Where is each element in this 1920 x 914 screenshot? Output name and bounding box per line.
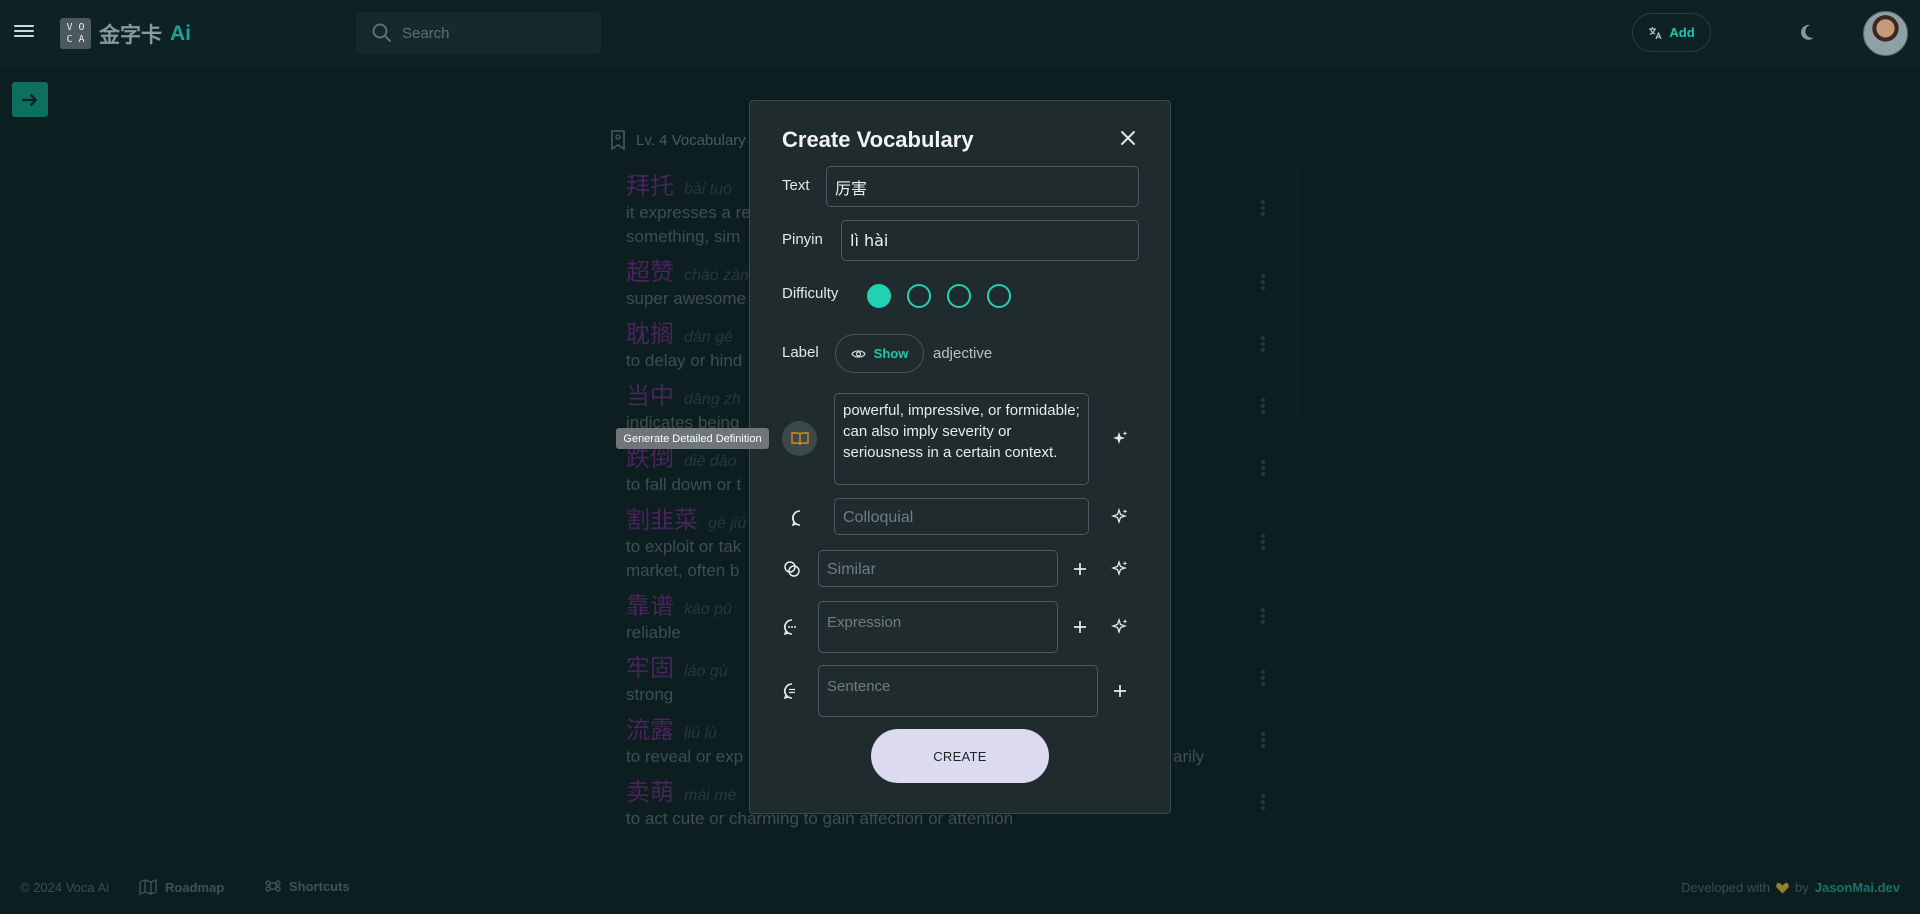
logo-chinese-text: 金字卡: [99, 22, 162, 47]
add-button[interactable]: Add: [1632, 13, 1711, 52]
translate-icon: [1649, 26, 1662, 39]
add-button-label: Add: [1669, 25, 1695, 40]
hamburger-menu-icon[interactable]: [14, 22, 34, 42]
app-logo[interactable]: VO CA 金字卡 Ai: [60, 18, 191, 49]
search-input[interactable]: [402, 24, 572, 42]
search-bar[interactable]: [356, 12, 601, 54]
difficulty-level-3[interactable]: [947, 284, 971, 308]
logo-ai-text: Ai: [170, 21, 191, 45]
theme-toggle-moon-icon[interactable]: [1798, 23, 1816, 46]
close-icon[interactable]: [1117, 127, 1139, 149]
pinyin-label: Pinyin: [782, 231, 823, 248]
similar-sparkle-icon[interactable]: [1109, 558, 1131, 580]
modal-title: Create Vocabulary: [782, 127, 974, 152]
text-label: Text: [782, 177, 810, 194]
pinyin-input[interactable]: [841, 220, 1139, 261]
show-label-text: Show: [873, 346, 909, 361]
message-dots-icon: [781, 616, 803, 638]
create-button[interactable]: CREATE: [871, 729, 1049, 783]
sentence-add-icon[interactable]: [1109, 680, 1131, 702]
similar-add-icon[interactable]: [1069, 558, 1091, 580]
difficulty-level-4[interactable]: [987, 284, 1011, 308]
sparkle-icon[interactable]: [1109, 428, 1131, 450]
message-lines-icon: [781, 680, 803, 702]
difficulty-level-1[interactable]: [867, 284, 891, 308]
search-icon: [372, 23, 391, 42]
top-bar: VO CA 金字卡 Ai Add: [0, 0, 1920, 68]
colloquial-input[interactable]: [834, 498, 1089, 535]
colloquial-icon: [789, 507, 811, 529]
create-vocabulary-modal: Create Vocabulary Text Pinyin Difficulty…: [749, 100, 1171, 814]
generate-definition-tooltip: Generate Detailed Definition: [616, 428, 769, 449]
difficulty-label: Difficulty: [782, 285, 839, 302]
similar-input[interactable]: [818, 550, 1058, 587]
link-icon: [781, 558, 803, 580]
text-input[interactable]: [826, 166, 1139, 207]
logo-mark: VO CA: [60, 18, 91, 49]
label-label: Label: [782, 344, 819, 361]
show-label-button[interactable]: Show: [835, 334, 924, 373]
book-open-icon[interactable]: [782, 421, 817, 456]
eye-icon: [850, 349, 866, 358]
expression-add-icon[interactable]: [1069, 616, 1091, 638]
user-avatar[interactable]: [1863, 11, 1908, 56]
expression-input[interactable]: [818, 601, 1058, 653]
difficulty-level-2[interactable]: [907, 284, 931, 308]
sentence-input[interactable]: [818, 665, 1098, 717]
label-value: adjective: [933, 345, 993, 362]
definition-field[interactable]: powerful, impressive, or formidable; can…: [834, 393, 1089, 485]
colloquial-sparkle-icon[interactable]: [1109, 506, 1131, 528]
expression-sparkle-icon[interactable]: [1109, 616, 1131, 638]
